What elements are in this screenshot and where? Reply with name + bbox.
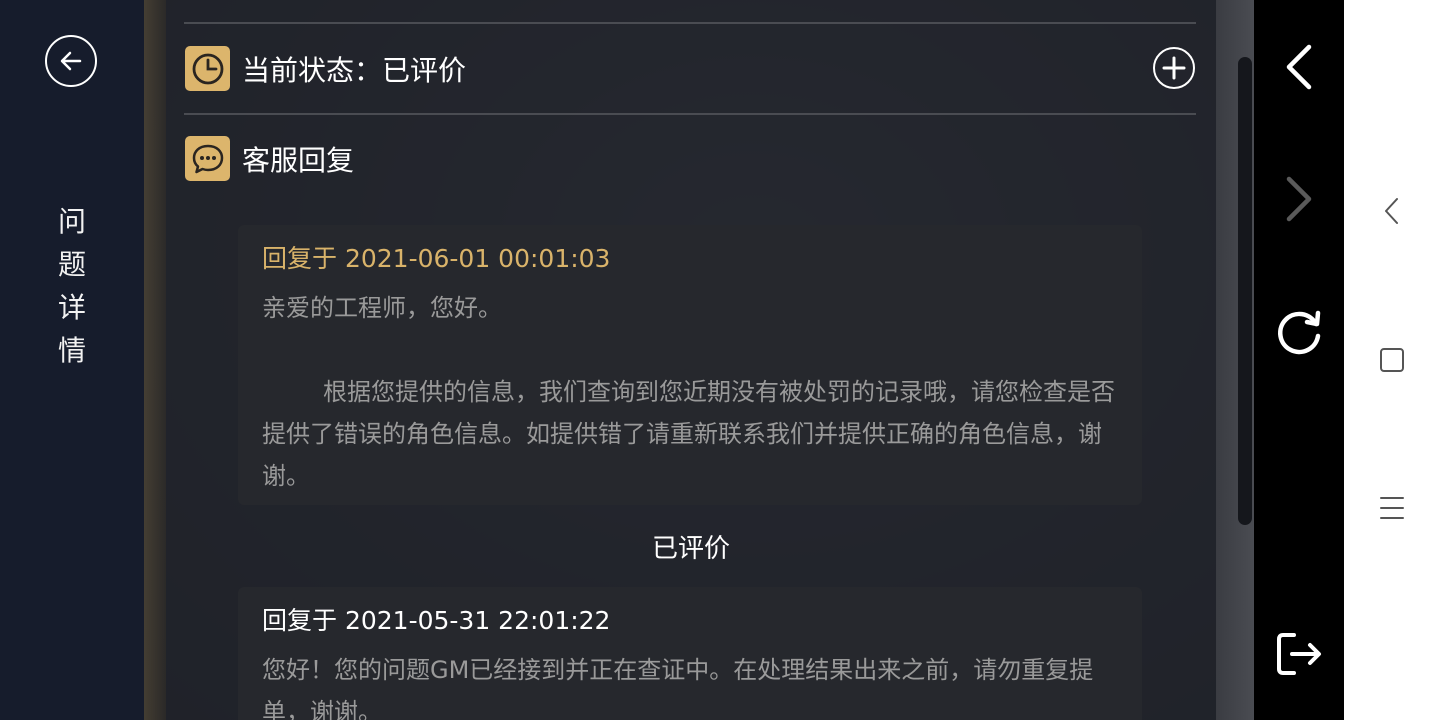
add-button[interactable] (1153, 47, 1195, 89)
system-home-button[interactable] (1344, 346, 1440, 374)
browser-nav-panel (1254, 0, 1344, 720)
system-menu-button[interactable] (1344, 494, 1440, 522)
exit-button[interactable] (1254, 630, 1344, 678)
reply-time: 回复于 2021-05-31 22:01:22 (262, 606, 611, 635)
clock-icon (185, 46, 230, 91)
divider (184, 22, 1196, 24)
back-button[interactable] (45, 35, 97, 87)
divider (184, 113, 1196, 115)
refresh-button[interactable] (1254, 308, 1344, 358)
reply-body: 亲爱的工程师，您好。 根据您提供的信息，我们查询到您近期没有被处罚的记录哦，请您… (262, 294, 1116, 490)
ticket-detail: 当前状态：已评价 客服回复 回复于 2021-06-01 00:01:03 亲爱… (166, 0, 1216, 720)
reply-card: 回复于 2021-06-01 00:01:03 亲爱的工程师，您好。 根据您提供… (238, 225, 1142, 505)
system-back-button[interactable] (1344, 196, 1440, 226)
reply-card: 回复于 2021-05-31 22:01:22 您好！您的问题GM已经接到并正在… (238, 587, 1142, 720)
add-circle-icon (1162, 56, 1186, 80)
status-row: 当前状态：已评价 (185, 46, 466, 91)
reply-section-header: 客服回复 (185, 136, 354, 181)
main-area: 当前状态：已评价 客服回复 回复于 2021-06-01 00:01:03 亲爱… (144, 0, 1254, 720)
chevron-left-icon (1286, 44, 1312, 90)
reply-section-title: 客服回复 (242, 143, 355, 177)
back-circle-icon (60, 51, 82, 71)
system-back-icon (1385, 198, 1398, 224)
system-menu-icon (1380, 497, 1404, 519)
chat-bubble-icon (185, 136, 230, 181)
nav-forward-button[interactable] (1254, 174, 1344, 224)
left-panel: 问题详情 (0, 0, 145, 720)
chevron-right-icon (1286, 176, 1312, 222)
system-home-icon (1380, 348, 1404, 372)
system-nav-panel (1344, 0, 1440, 720)
page-title: 问题详情 (57, 205, 86, 367)
reply-body: 您好！您的问题GM已经接到并正在查证中。在处理结果出来之前，请勿重复提单，谢谢。 (262, 656, 1094, 720)
scrollbar[interactable] (1238, 57, 1252, 525)
nav-back-button[interactable] (1254, 42, 1344, 92)
refresh-icon (1278, 310, 1321, 355)
reply-time: 回复于 2021-06-01 00:01:03 (262, 244, 611, 273)
status-label: 当前状态：已评价 (242, 53, 467, 87)
rated-label: 已评价 (651, 534, 730, 564)
exit-icon (1277, 633, 1321, 675)
